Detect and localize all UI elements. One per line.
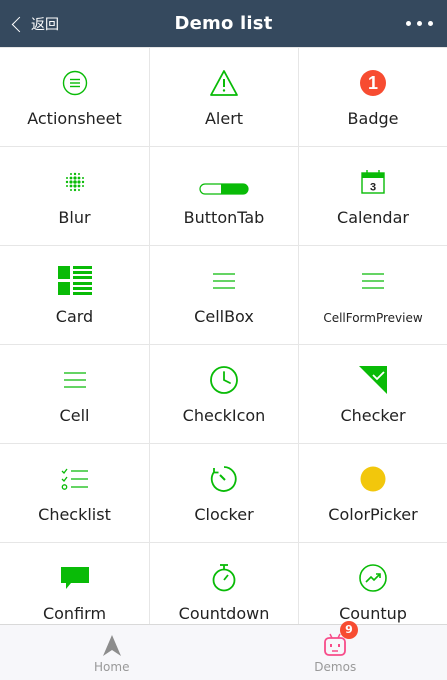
actionsheet-icon	[57, 68, 93, 98]
trend-up-icon	[355, 563, 391, 593]
list-lines-icon	[57, 365, 93, 395]
tab-home[interactable]: Home	[0, 625, 224, 680]
chat-bubble-icon	[57, 563, 93, 593]
checker-corner-icon	[355, 365, 391, 395]
grid-item-label: Blur	[0, 208, 149, 227]
grid-item-clocker[interactable]: Clocker	[150, 444, 299, 543]
grid-item-checkicon[interactable]: CheckIcon	[150, 345, 299, 444]
grid-item-label: Countdown	[150, 604, 298, 623]
grid-item-countup[interactable]: Countup	[299, 543, 447, 625]
stopwatch-icon	[206, 563, 242, 593]
grid-item-confirm[interactable]: Confirm	[0, 543, 150, 625]
list-lines-icon	[206, 266, 242, 296]
grid-item-label: CellBox	[150, 307, 298, 326]
grid-item-label: Countup	[299, 604, 447, 623]
demo-grid: Actionsheet Alert 1 Badge Blur	[0, 47, 447, 625]
button-tab-icon	[198, 167, 250, 197]
grid-item-label: Cell	[0, 406, 149, 425]
grid-item-cell[interactable]: Cell	[0, 345, 150, 444]
tab-demos[interactable]: Demos	[224, 625, 447, 680]
more-menu-button[interactable]	[406, 0, 433, 47]
grid-item-actionsheet[interactable]: Actionsheet	[0, 48, 150, 147]
grid-item-cellbox[interactable]: CellBox	[150, 246, 299, 345]
grid-item-label: Badge	[299, 109, 447, 128]
grid-item-checklist[interactable]: Checklist	[0, 444, 150, 543]
grid-item-blur[interactable]: Blur	[0, 147, 150, 246]
warning-triangle-icon	[206, 68, 242, 98]
clock-icon	[206, 365, 242, 395]
timer-clock-icon	[206, 464, 242, 494]
grid-item-label: Alert	[150, 109, 298, 128]
tab-home-label: Home	[0, 660, 224, 674]
grid-item-label: Actionsheet	[0, 109, 149, 128]
grid-item-label: Calendar	[299, 208, 447, 227]
grid-item-colorpicker[interactable]: ColorPicker	[299, 444, 447, 543]
grid-item-label: Clocker	[150, 505, 298, 524]
grid-item-label: ButtonTab	[150, 208, 298, 227]
color-dot-icon	[355, 464, 391, 494]
grid-item-buttontab[interactable]: ButtonTab	[150, 147, 299, 246]
more-dot-icon	[417, 21, 422, 26]
grid-item-checker[interactable]: Checker	[299, 345, 447, 444]
grid-item-alert[interactable]: Alert	[150, 48, 299, 147]
grid-item-label: CheckIcon	[150, 406, 298, 425]
grid-item-badge[interactable]: 1 Badge	[299, 48, 447, 147]
demos-badge: 9	[340, 621, 358, 639]
card-grid-icon	[57, 266, 93, 296]
tab-bar: Home Demos 9	[0, 624, 447, 680]
grid-item-label: ColorPicker	[299, 505, 447, 524]
checklist-icon	[57, 464, 93, 494]
grid-item-card[interactable]: Card	[0, 246, 150, 345]
blur-dots-icon	[57, 167, 93, 197]
page-title: Demo list	[0, 0, 447, 47]
nav-header: 返回 Demo list	[0, 0, 447, 47]
grid-item-label: Checker	[299, 406, 447, 425]
grid-item-calendar[interactable]: 3 Calendar	[299, 147, 447, 246]
more-dot-icon	[406, 21, 411, 26]
calendar-day: 3	[370, 182, 376, 194]
more-dot-icon	[428, 21, 433, 26]
tab-demos-label: Demos	[224, 660, 447, 674]
grid-item-label: Confirm	[0, 604, 149, 623]
list-lines-icon	[355, 266, 391, 296]
grid-item-label: Card	[0, 307, 149, 326]
calendar-icon: 3	[355, 167, 391, 197]
badge-icon: 1	[355, 68, 391, 98]
grid-item-cellformpreview[interactable]: CellFormPreview	[299, 246, 447, 345]
grid-item-label: CellFormPreview	[299, 311, 447, 325]
grid-item-label: Checklist	[0, 505, 149, 524]
home-arrow-icon	[99, 633, 125, 659]
badge-value: 1	[368, 73, 378, 93]
grid-item-countdown[interactable]: Countdown	[150, 543, 299, 625]
